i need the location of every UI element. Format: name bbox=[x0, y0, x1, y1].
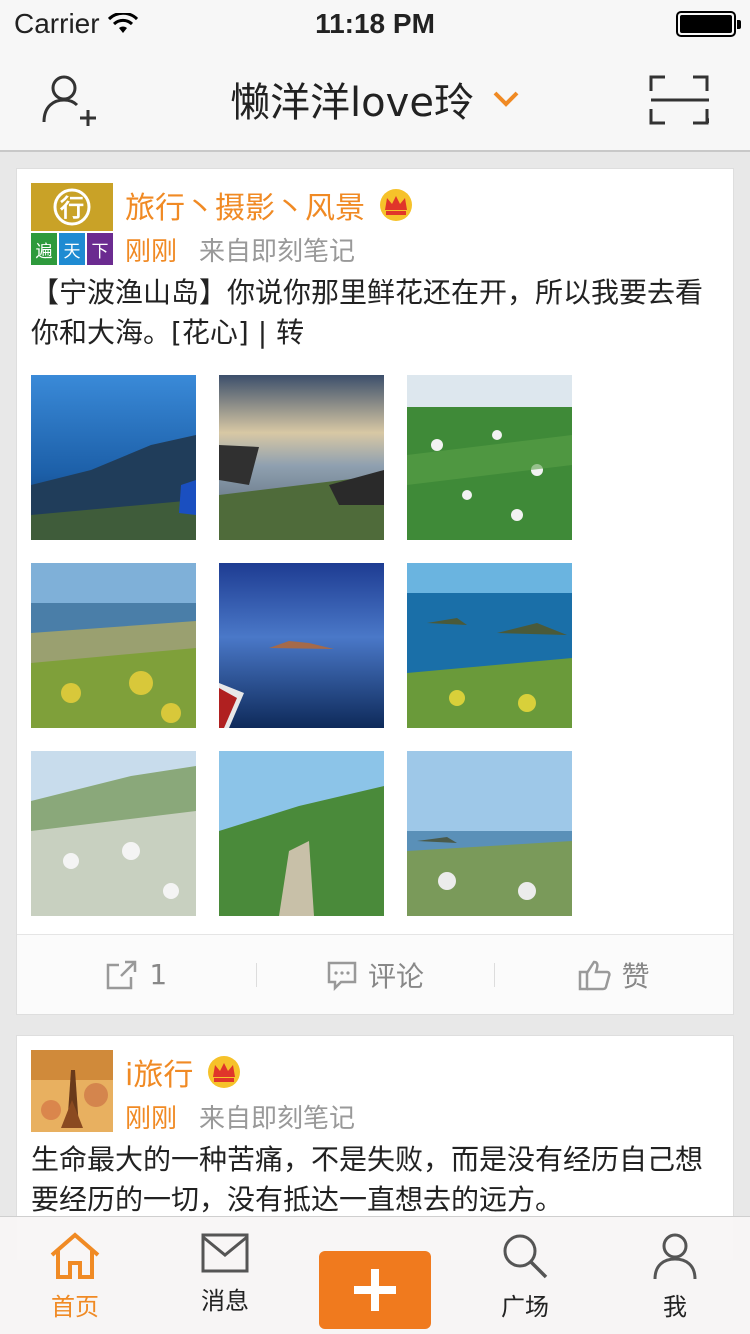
photo-thumbnail[interactable] bbox=[407, 563, 572, 728]
avatar[interactable]: 行 遍 天 下 bbox=[31, 183, 113, 265]
post-source: 来自即刻笔记 bbox=[199, 237, 356, 267]
photo-thumbnail[interactable] bbox=[31, 563, 196, 728]
photo-grid bbox=[17, 353, 733, 934]
wifi-icon bbox=[107, 13, 138, 33]
thumbs-up-icon bbox=[578, 960, 611, 990]
photo-thumbnail[interactable] bbox=[219, 751, 384, 916]
carrier-label: Carrier bbox=[14, 8, 100, 39]
photo-thumbnail[interactable] bbox=[219, 375, 384, 540]
tab-me[interactable]: 我 bbox=[600, 1217, 750, 1334]
like-button[interactable]: 赞 bbox=[494, 955, 733, 995]
page-title: 懒洋洋love玲 bbox=[230, 80, 474, 126]
repost-button[interactable]: 1 bbox=[17, 958, 256, 991]
post-source: 来自即刻笔记 bbox=[199, 1104, 356, 1134]
card-header: i旅行 刚刚 来自即刻笔记 bbox=[17, 1036, 733, 1134]
repost-count: 1 bbox=[149, 958, 168, 991]
card-header: 行 遍 天 下 旅行丶摄影丶风景 刚刚 来自即刻笔记 bbox=[17, 169, 733, 267]
photo-thumbnail[interactable] bbox=[31, 751, 196, 916]
plus-icon bbox=[354, 1269, 396, 1311]
tab-home[interactable]: 首页 bbox=[0, 1217, 150, 1334]
photo-thumbnail[interactable] bbox=[31, 375, 196, 540]
share-icon bbox=[107, 960, 137, 989]
post-text: 【宁波渔山岛】你说你那里鲜花还在开，所以我要去看你和大海。[花心] | 转 bbox=[31, 276, 704, 349]
compose-button[interactable] bbox=[319, 1251, 431, 1329]
chevron-down-icon bbox=[493, 91, 519, 107]
account-switcher[interactable]: 懒洋洋love玲 bbox=[230, 70, 520, 128]
comment-label: 评论 bbox=[368, 959, 425, 993]
tab-discover-label: 广场 bbox=[501, 1293, 549, 1321]
add-friend-button[interactable] bbox=[38, 68, 102, 132]
tab-bar: 首页 消息 广场 我 bbox=[0, 1216, 750, 1334]
home-icon bbox=[50, 1232, 100, 1279]
tab-messages-label: 消息 bbox=[201, 1287, 249, 1315]
mail-icon bbox=[201, 1233, 249, 1273]
tab-compose[interactable] bbox=[300, 1217, 450, 1334]
avatar-char-4: 下 bbox=[92, 242, 109, 262]
post-time: 刚刚 bbox=[125, 1104, 178, 1134]
search-icon bbox=[503, 1234, 548, 1279]
tab-messages[interactable]: 消息 bbox=[150, 1217, 300, 1334]
comment-icon bbox=[327, 961, 357, 991]
tab-home-label: 首页 bbox=[51, 1293, 99, 1321]
carrier-group: Carrier bbox=[14, 8, 138, 40]
like-label: 赞 bbox=[621, 959, 650, 993]
action-bar: 1 评论 赞 bbox=[17, 934, 733, 1014]
username[interactable]: 旅行丶摄影丶风景 bbox=[125, 183, 365, 227]
scan-icon bbox=[649, 75, 709, 125]
feed-card[interactable]: 行 遍 天 下 旅行丶摄影丶风景 刚刚 来自即刻笔记 【宁波渔山岛】你说你那里鲜… bbox=[16, 168, 734, 1015]
photo-thumbnail[interactable] bbox=[219, 563, 384, 728]
avatar-char-1: 行 bbox=[59, 194, 84, 222]
nav-bar: 懒洋洋love玲 bbox=[0, 48, 750, 152]
tab-me-label: 我 bbox=[663, 1293, 687, 1321]
photo-thumbnail[interactable] bbox=[407, 375, 572, 540]
avatar[interactable] bbox=[31, 1050, 113, 1132]
scan-button[interactable] bbox=[648, 68, 712, 132]
battery-icon bbox=[676, 11, 741, 37]
username[interactable]: i旅行 bbox=[125, 1050, 193, 1094]
status-bar: Carrier 11:18 PM bbox=[0, 0, 750, 48]
avatar-char-2: 遍 bbox=[36, 242, 53, 262]
comment-button[interactable]: 评论 bbox=[255, 955, 495, 995]
add-user-icon bbox=[42, 75, 96, 126]
feed: 行 遍 天 下 旅行丶摄影丶风景 刚刚 来自即刻笔记 【宁波渔山岛】你说你那里鲜… bbox=[16, 168, 734, 1281]
user-icon bbox=[653, 1233, 697, 1280]
post-time: 刚刚 bbox=[125, 237, 178, 267]
photo-thumbnail[interactable] bbox=[407, 751, 572, 916]
avatar-char-3: 天 bbox=[64, 242, 81, 262]
vip-crown-icon bbox=[208, 1056, 241, 1088]
vip-crown-icon bbox=[380, 189, 412, 221]
tab-discover[interactable]: 广场 bbox=[450, 1217, 600, 1334]
